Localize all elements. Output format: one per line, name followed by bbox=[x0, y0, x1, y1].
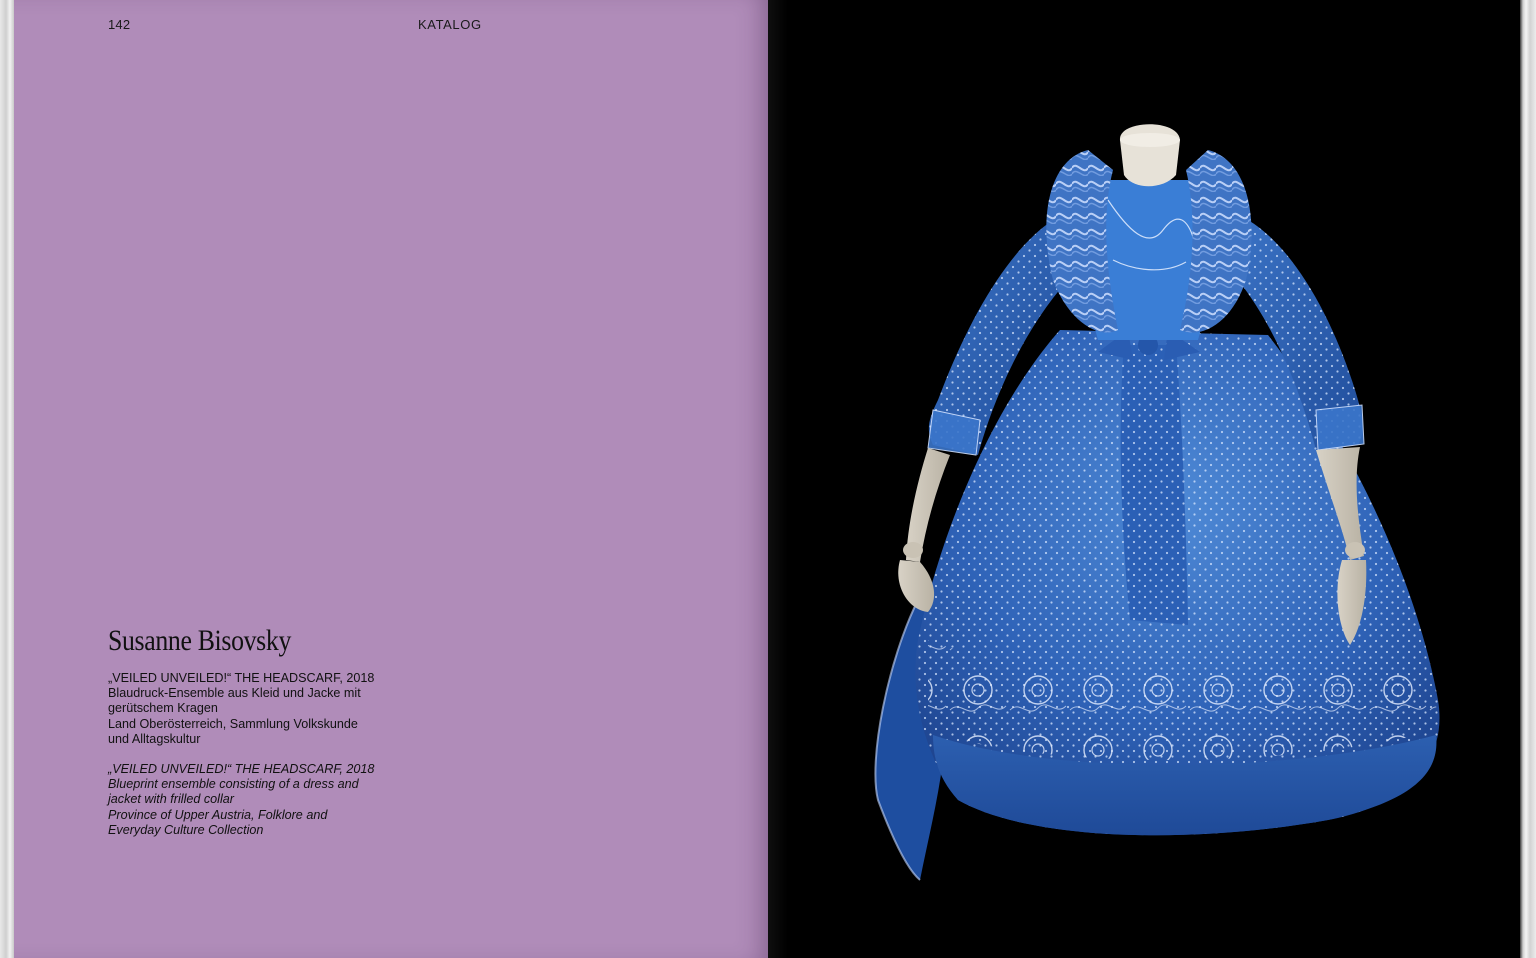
caption-german-line: Land Oberösterreich, Sammlung Volkskunde bbox=[108, 716, 358, 731]
left-page: 142 KATALOG Susanne Bisovsky „VEILED UNV… bbox=[14, 0, 768, 958]
page-edges bbox=[1520, 0, 1536, 958]
caption-german-line: Blaudruck-Ensemble aus Kleid und Jacke m… bbox=[108, 686, 361, 701]
running-head: KATALOG bbox=[418, 17, 482, 32]
caption-german: „VEILED UNVEILED!“ THE HEADSCARF, 2018 B… bbox=[108, 671, 408, 747]
dress-photo bbox=[874, 124, 1440, 881]
caption-english-line: Blueprint ensemble consisting of a dress… bbox=[108, 777, 359, 792]
artist-name: Susanne Bisovsky bbox=[108, 624, 292, 657]
page-number: 142 bbox=[108, 17, 131, 32]
caption-german-line: „VEILED UNVEILED!“ THE HEADSCARF, 2018 bbox=[108, 671, 375, 685]
gutter-shadow bbox=[768, 0, 788, 958]
caption-english: „VEILED UNVEILED!“ THE HEADSCARF, 2018 B… bbox=[108, 762, 408, 838]
caption-german-line: und Alltagskultur bbox=[108, 731, 201, 746]
caption-english-line: jacket with frilled collar bbox=[108, 792, 234, 807]
caption-english-line: Province of Upper Austria, Folklore and bbox=[108, 807, 328, 822]
caption-german-line: gerütschem Kragen bbox=[108, 701, 218, 716]
right-page bbox=[768, 0, 1520, 958]
caption-english-line: Everyday Culture Collection bbox=[108, 822, 264, 837]
caption-english-line: „VEILED UNVEILED!“ THE HEADSCARF, 2018 bbox=[108, 762, 375, 776]
book-spread: 142 KATALOG Susanne Bisovsky „VEILED UNV… bbox=[0, 0, 1536, 958]
